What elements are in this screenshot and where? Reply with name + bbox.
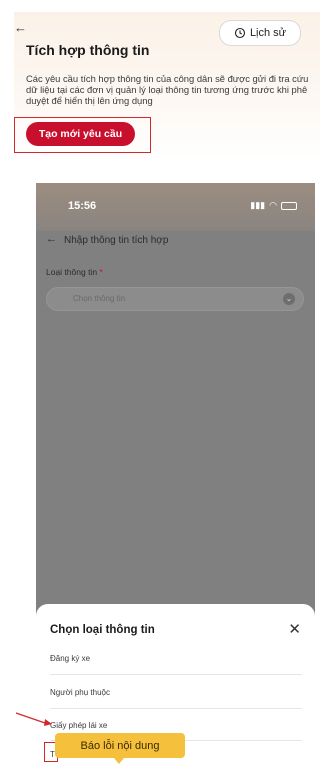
create-request-button[interactable]: Tạo mới yêu cầu (26, 122, 135, 146)
pointer-arrow-icon (15, 712, 52, 726)
status-icons: ▮▮▮ ◠ (250, 200, 297, 211)
option-driver-license[interactable]: Giấy phép lái xe (50, 721, 302, 730)
field-label-text: Loại thông tin (46, 267, 98, 277)
option-vehicle-registration[interactable]: Đăng ký xe (50, 654, 302, 663)
close-icon[interactable]: ✕ (288, 620, 301, 638)
required-mark: * (99, 267, 103, 277)
tooltip-pointer (114, 758, 124, 764)
sheet-title: Chọn loại thông tin (50, 624, 155, 636)
phone-page-title: Nhập thông tin tích hợp (64, 235, 169, 246)
history-label: Lịch sử (249, 27, 287, 39)
option-dependent[interactable]: Người phụ thuộc (50, 688, 302, 697)
history-button[interactable]: Lịch sử (219, 20, 301, 46)
history-icon (234, 27, 245, 39)
signal-icon: ▮▮▮ (250, 200, 266, 210)
wifi-icon: ◠ (269, 200, 277, 210)
battery-icon (281, 201, 297, 210)
back-arrow-icon[interactable]: ← (14, 20, 27, 35)
report-error-tooltip[interactable]: Báo lỗi nội dung (55, 733, 185, 758)
select-placeholder: Chọn thông tin (73, 294, 126, 303)
field-label: Loại thông tin * (46, 267, 103, 277)
chevron-down-icon: ⌄ (283, 293, 295, 305)
phone-screen: 15:56 ▮▮▮ ◠ ← Nhập thông tin tích hợp Lo… (36, 183, 315, 769)
info-type-select[interactable]: Chọn thông tin ⌄ (46, 287, 304, 311)
divider (50, 674, 302, 675)
status-time: 15:56 (68, 200, 97, 212)
description-text: Các yêu cầu tích hợp thông tin của công … (26, 73, 309, 106)
phone-back-icon[interactable]: ← (46, 233, 57, 245)
page-title: Tích hợp thông tin (26, 42, 150, 58)
divider (50, 708, 302, 709)
